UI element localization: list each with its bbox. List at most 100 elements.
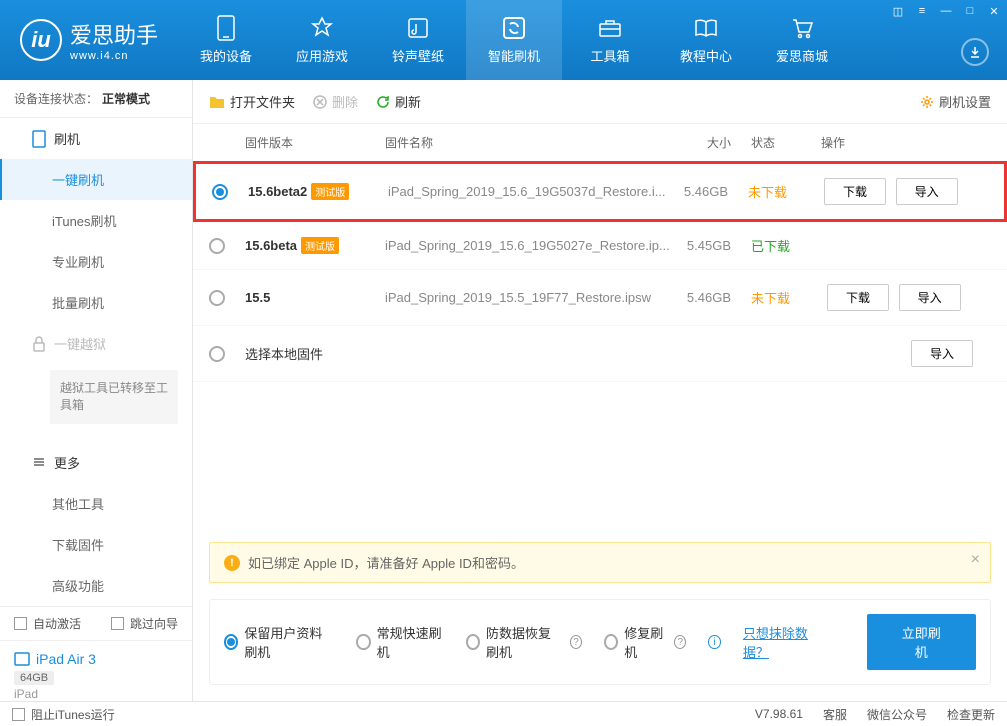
- nav-tutorials[interactable]: 教程中心: [658, 0, 754, 80]
- flash-settings-button[interactable]: 刷机设置: [920, 92, 991, 111]
- device-type: iPad: [14, 687, 178, 701]
- download-button[interactable]: 下载: [827, 284, 889, 311]
- sidebar-item-pro[interactable]: 专业刷机: [0, 241, 192, 282]
- minimize-icon[interactable]: —: [939, 4, 953, 18]
- app-domain: www.i4.cn: [70, 50, 158, 62]
- tablet-icon: [14, 652, 30, 666]
- import-button[interactable]: 导入: [911, 340, 973, 367]
- col-size: 大小: [671, 134, 751, 151]
- toolbox-icon: [598, 16, 622, 40]
- main-nav: 我的设备 应用游戏 铃声壁纸 智能刷机 工具箱 教程中心 爱思商城: [178, 0, 1007, 80]
- row-radio[interactable]: [209, 238, 225, 254]
- sidebar-section-flash[interactable]: 刷机: [0, 118, 192, 159]
- apple-id-notice: ! 如已绑定 Apple ID，请准备好 Apple ID和密码。 ×: [209, 542, 991, 583]
- menu-icon[interactable]: ≡: [915, 4, 929, 18]
- row-radio[interactable]: [212, 184, 228, 200]
- phone-icon: [214, 16, 238, 40]
- block-itunes-checkbox[interactable]: [12, 708, 25, 721]
- beta-badge: 测试版: [311, 183, 349, 200]
- col-status: 状态: [751, 134, 821, 151]
- sidebar: 设备连接状态： 正常模式 刷机 一键刷机 iTunes刷机 专业刷机 批量刷机 …: [0, 80, 193, 701]
- nav-rings[interactable]: 铃声壁纸: [370, 0, 466, 80]
- book-icon: [694, 16, 718, 40]
- nav-tools[interactable]: 工具箱: [562, 0, 658, 80]
- download-indicator[interactable]: [961, 38, 989, 66]
- nav-my-device[interactable]: 我的设备: [178, 0, 274, 80]
- device-info: iPad Air 3 64GB iPad: [0, 640, 192, 711]
- sidebar-item-oneclick[interactable]: 一键刷机: [0, 159, 192, 200]
- download-button[interactable]: 下载: [824, 178, 886, 205]
- menu-small-icon: [32, 455, 46, 469]
- refresh-small-icon: [376, 95, 390, 109]
- firmware-row-1[interactable]: 15.6beta测试版 iPad_Spring_2019_15.6_19G502…: [193, 222, 1007, 270]
- main-panel: 打开文件夹 删除 刷新 刷机设置 固件版本 固件名称 大小 状态 操作: [193, 80, 1007, 701]
- warning-icon: !: [224, 555, 240, 571]
- opt-anti-recovery[interactable]: 防数据恢复刷机?: [466, 623, 582, 661]
- window-controls: ◫ ≡ — □ ✕: [891, 4, 1001, 18]
- sidebar-item-other-tools[interactable]: 其他工具: [0, 483, 192, 524]
- device-name[interactable]: iPad Air 3: [14, 651, 178, 667]
- lock-icon: [32, 336, 46, 352]
- erase-data-link[interactable]: 只想抹除数据？: [743, 623, 823, 661]
- firmware-row-0[interactable]: 15.6beta2测试版 iPad_Spring_2019_15.6_19G50…: [193, 161, 1007, 222]
- col-name: 固件名称: [385, 134, 671, 151]
- auto-activate-checkbox[interactable]: [14, 617, 27, 630]
- phone-small-icon: [32, 130, 46, 148]
- col-version: 固件版本: [245, 134, 385, 151]
- nav-flash[interactable]: 智能刷机: [466, 0, 562, 80]
- info-icon[interactable]: i: [708, 635, 721, 649]
- storage-badge: 64GB: [14, 671, 54, 685]
- row-radio[interactable]: [209, 346, 225, 362]
- delete-button: 删除: [313, 92, 358, 111]
- connection-status: 设备连接状态： 正常模式: [0, 80, 192, 118]
- local-firmware-row[interactable]: 选择本地固件 导入: [193, 326, 1007, 382]
- skin-icon[interactable]: ◫: [891, 4, 905, 18]
- sidebar-section-jailbreak: 一键越狱: [0, 323, 192, 364]
- flash-now-button[interactable]: 立即刷机: [867, 614, 977, 670]
- footer-wechat[interactable]: 微信公众号: [867, 706, 927, 723]
- beta-badge: 测试版: [301, 237, 339, 254]
- music-icon: [406, 16, 430, 40]
- maximize-icon[interactable]: □: [963, 4, 977, 18]
- version-label: V7.98.61: [755, 707, 803, 721]
- opt-normal[interactable]: 常规快速刷机: [356, 623, 444, 661]
- import-button[interactable]: 导入: [896, 178, 958, 205]
- delete-icon: [313, 95, 327, 109]
- folder-icon: [209, 95, 225, 109]
- app-name: 爱思助手: [70, 18, 158, 50]
- gear-icon: [920, 95, 934, 109]
- auto-activate-row: 自动激活 跳过向导: [0, 606, 192, 640]
- nav-apps[interactable]: 应用游戏: [274, 0, 370, 80]
- opt-repair[interactable]: 修复刷机?: [604, 623, 686, 661]
- sidebar-item-download-fw[interactable]: 下载固件: [0, 524, 192, 565]
- skip-guide-checkbox[interactable]: [111, 617, 124, 630]
- toolbar: 打开文件夹 删除 刷新 刷机设置: [193, 80, 1007, 124]
- footer-update[interactable]: 检查更新: [947, 706, 995, 723]
- jailbreak-note: 越狱工具已转移至工具箱: [50, 370, 178, 424]
- sidebar-item-batch[interactable]: 批量刷机: [0, 282, 192, 323]
- sidebar-item-itunes[interactable]: iTunes刷机: [0, 200, 192, 241]
- import-button[interactable]: 导入: [899, 284, 961, 311]
- footer-support[interactable]: 客服: [823, 706, 847, 723]
- cart-icon: [790, 16, 814, 40]
- help-icon[interactable]: ?: [674, 635, 686, 649]
- sidebar-item-advanced[interactable]: 高级功能: [0, 565, 192, 606]
- app-icon: [310, 16, 334, 40]
- col-ops: 操作: [821, 134, 991, 151]
- refresh-button[interactable]: 刷新: [376, 92, 421, 111]
- flash-options: 保留用户资料刷机 常规快速刷机 防数据恢复刷机? 修复刷机? i 只想抹除数据？…: [209, 599, 991, 685]
- open-folder-button[interactable]: 打开文件夹: [209, 92, 295, 111]
- row-radio[interactable]: [209, 290, 225, 306]
- refresh-icon: [502, 16, 526, 40]
- help-icon[interactable]: ?: [570, 635, 582, 649]
- close-icon[interactable]: ✕: [987, 4, 1001, 18]
- logo-area: iu 爱思助手 www.i4.cn: [0, 18, 178, 62]
- close-notice-button[interactable]: ×: [971, 551, 980, 569]
- sidebar-section-more[interactable]: 更多: [0, 442, 192, 483]
- firmware-row-2[interactable]: 15.5 iPad_Spring_2019_15.5_19F77_Restore…: [193, 270, 1007, 326]
- app-header: iu 爱思助手 www.i4.cn 我的设备 应用游戏 铃声壁纸 智能刷机 工具…: [0, 0, 1007, 80]
- logo-icon: iu: [20, 19, 62, 61]
- opt-keep-data[interactable]: 保留用户资料刷机: [224, 623, 334, 661]
- nav-shop[interactable]: 爱思商城: [754, 0, 850, 80]
- table-header: 固件版本 固件名称 大小 状态 操作: [193, 124, 1007, 161]
